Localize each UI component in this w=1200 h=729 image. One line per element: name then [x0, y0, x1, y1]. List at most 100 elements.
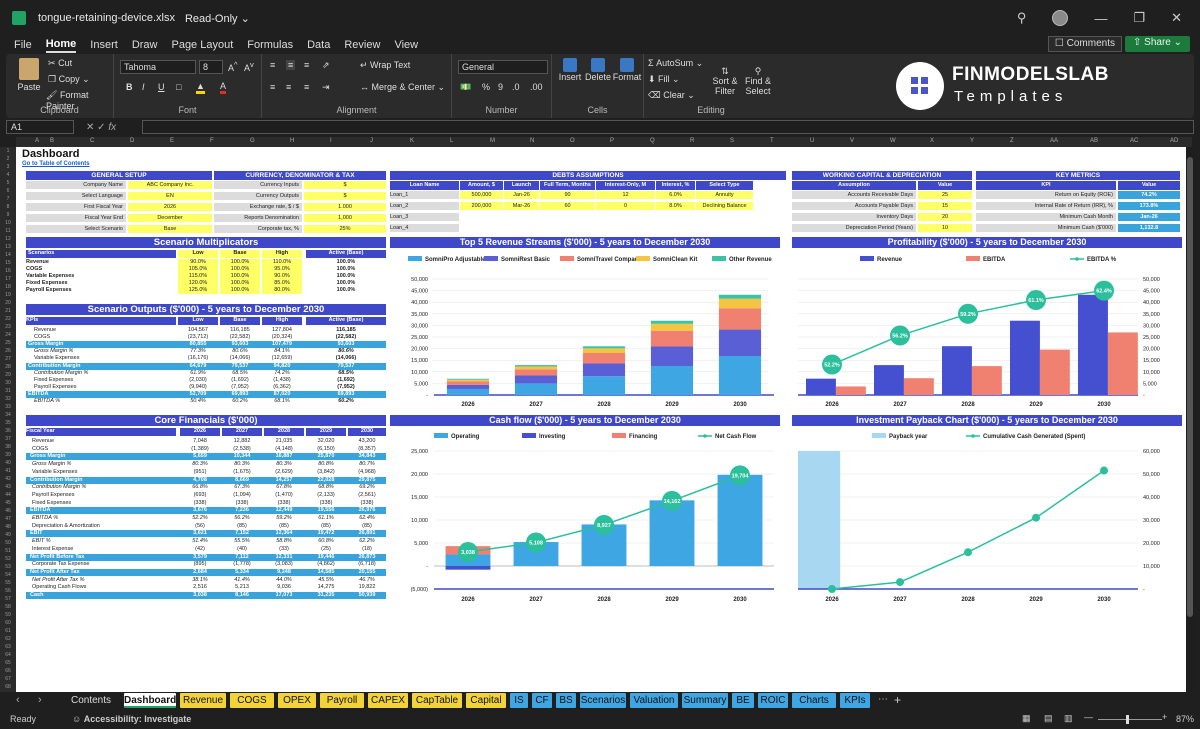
col-header[interactable]: L	[450, 138, 453, 144]
sheet-tab-payroll[interactable]: Payroll	[320, 693, 364, 708]
sheet-tab-revenue[interactable]: Revenue	[180, 693, 226, 708]
font-size-select[interactable]: 8	[199, 60, 223, 74]
scenario-mult-cell[interactable]: 105.0%	[178, 266, 218, 273]
general-setup-value[interactable]: ABC Company Inc.	[128, 181, 212, 189]
sheet-tab-be[interactable]: BE	[732, 693, 754, 708]
row-header[interactable]: 61	[0, 627, 16, 635]
scroll-right-icon[interactable]: ›	[38, 694, 42, 706]
accessibility-status[interactable]: ☺ Accessibility: Investigate	[72, 714, 191, 724]
align-right-icon[interactable]: ≡	[304, 82, 309, 92]
read-only-indicator[interactable]: Read-Only ⌄	[185, 12, 250, 25]
col-header[interactable]: A	[35, 138, 39, 144]
menu-home[interactable]: Home	[45, 38, 77, 53]
zoom-slider[interactable]	[1098, 719, 1162, 720]
sheet-tab-captable[interactable]: CapTable	[412, 693, 462, 708]
copy-button[interactable]: ❐ Copy ⌄	[48, 74, 90, 85]
decrease-font-icon[interactable]: Av	[244, 60, 254, 73]
row-header[interactable]: 24	[0, 331, 16, 339]
align-center-icon[interactable]: ≡	[286, 82, 291, 92]
debts-cell[interactable]: 200,000	[460, 202, 503, 210]
wc-value[interactable]: 15	[918, 202, 972, 210]
clear-button[interactable]: ⌫ Clear ⌄	[648, 90, 695, 101]
sheet-tab-contents[interactable]: Contents	[62, 693, 120, 708]
merge-center-button[interactable]: ↔ Merge & Center ⌄	[360, 82, 445, 93]
row-header[interactable]: 4	[0, 171, 16, 179]
row-header[interactable]: 16	[0, 267, 16, 275]
row-header[interactable]: 33	[0, 403, 16, 411]
currency-value[interactable]: 1.000	[304, 203, 386, 211]
row-header[interactable]: 59	[0, 611, 16, 619]
row-header[interactable]: 28	[0, 363, 16, 371]
sheet-tab-scenarios[interactable]: Scenarios	[580, 693, 626, 708]
row-header[interactable]: 68	[0, 683, 16, 691]
sheet-tab-cogs[interactable]: COGS	[230, 693, 274, 708]
debts-cell[interactable]: Mar-26	[504, 202, 539, 210]
zoom-thumb[interactable]	[1126, 715, 1129, 724]
page-layout-icon[interactable]: ▤	[1044, 713, 1053, 724]
row-header[interactable]: 15	[0, 259, 16, 267]
comments-button[interactable]: ☐ Comments	[1047, 36, 1122, 52]
row-header[interactable]: 49	[0, 531, 16, 539]
scenario-mult-cell[interactable]: 90.0%	[262, 273, 302, 280]
align-left-icon[interactable]: ≡	[270, 82, 275, 92]
currency-value[interactable]: $	[304, 181, 386, 189]
menu-file[interactable]: File	[14, 39, 32, 51]
sheet-tab-kpis[interactable]: KPIs	[840, 693, 870, 708]
scenario-mult-cell[interactable]: 100.0%	[220, 280, 260, 287]
col-header[interactable]: S	[730, 138, 734, 144]
col-header[interactable]: E	[170, 138, 174, 144]
col-header[interactable]: U	[810, 138, 814, 144]
align-middle-icon[interactable]: ≡	[286, 60, 296, 70]
row-header[interactable]: 50	[0, 539, 16, 547]
row-header[interactable]: 32	[0, 395, 16, 403]
wc-value[interactable]: 20	[918, 213, 972, 221]
restore-icon[interactable]: ❐	[1133, 10, 1145, 26]
align-top-icon[interactable]: ≡	[270, 60, 275, 70]
row-header[interactable]: 11	[0, 227, 16, 235]
row-header[interactable]: 53	[0, 563, 16, 571]
row-header[interactable]: 34	[0, 411, 16, 419]
decrease-decimal-icon[interactable]: .00	[530, 82, 543, 92]
zoom-in-icon[interactable]: +	[1162, 712, 1167, 722]
row-header[interactable]: 1	[0, 147, 16, 155]
currency-value[interactable]: $	[304, 192, 386, 200]
row-header[interactable]: 26	[0, 347, 16, 355]
row-header[interactable]: 67	[0, 675, 16, 683]
col-header[interactable]: F	[210, 138, 214, 144]
debts-cell[interactable]: 90	[540, 191, 595, 199]
row-header[interactable]: 25	[0, 339, 16, 347]
row-header[interactable]: 5	[0, 179, 16, 187]
general-setup-value[interactable]: Base	[128, 225, 212, 233]
sheet-tab-charts[interactable]: Charts	[792, 693, 836, 708]
debts-cell[interactable]: 60	[540, 202, 595, 210]
toc-link[interactable]: Go to Table of Contents	[22, 161, 90, 167]
col-header[interactable]: N	[530, 138, 534, 144]
row-header[interactable]: 27	[0, 355, 16, 363]
col-header[interactable]: K	[410, 138, 414, 144]
row-header[interactable]: 40	[0, 459, 16, 467]
wc-value[interactable]: 10	[918, 224, 972, 232]
orientation-icon[interactable]: ⇗	[322, 60, 330, 71]
fill-color-icon[interactable]: ▲	[196, 81, 205, 94]
debts-cell[interactable]: 500,000	[460, 191, 503, 199]
col-header[interactable]: Q	[650, 138, 655, 144]
scenario-mult-cell[interactable]: 120.0%	[178, 280, 218, 287]
row-header[interactable]: 43	[0, 483, 16, 491]
col-header[interactable]: M	[490, 138, 495, 144]
row-header[interactable]: 62	[0, 635, 16, 643]
close-icon[interactable]: ✕	[1171, 10, 1182, 26]
share-button[interactable]: ⇧ Share ⌄	[1125, 36, 1190, 52]
increase-font-icon[interactable]: A^	[228, 60, 238, 73]
debts-cell[interactable]: Annuity	[696, 191, 753, 199]
col-header[interactable]: D	[130, 138, 134, 144]
general-setup-value[interactable]: 2026	[128, 203, 212, 211]
menu-formulas[interactable]: Formulas	[247, 39, 293, 51]
sort-filter-button[interactable]: ⇅ Sort & Filter	[710, 66, 740, 96]
row-header[interactable]: 37	[0, 435, 16, 443]
paste-button[interactable]: Paste	[14, 58, 44, 92]
worksheet[interactable]: Dashboard Go to Table of Contents GENERA…	[16, 147, 1186, 692]
row-header[interactable]: 48	[0, 523, 16, 531]
font-name-select[interactable]: Tahoma	[120, 60, 196, 74]
row-header[interactable]: 17	[0, 275, 16, 283]
row-header[interactable]: 55	[0, 579, 16, 587]
